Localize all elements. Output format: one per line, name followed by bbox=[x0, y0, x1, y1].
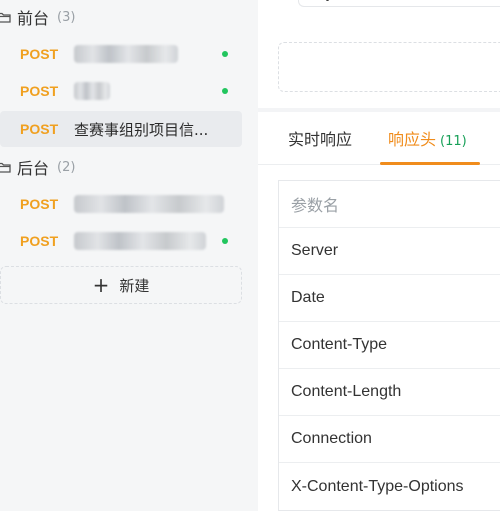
column-header-param-name: 参数名 bbox=[291, 196, 340, 215]
header-name: X-Content-Type-Options bbox=[291, 477, 464, 495]
method-badge: POST bbox=[20, 121, 59, 137]
table-row[interactable]: Connection bbox=[279, 416, 500, 463]
redacted-name bbox=[74, 45, 178, 63]
empty-drop-box[interactable] bbox=[278, 42, 500, 92]
table-row[interactable]: Content-Length bbox=[279, 369, 500, 416]
tab-realtime-response[interactable]: 实时响应 bbox=[288, 126, 352, 150]
response-headers-table: 参数名 Server Date Content-Type Content-Len… bbox=[278, 180, 500, 511]
group-count: (3) bbox=[57, 9, 76, 25]
header-name: Date bbox=[291, 289, 325, 306]
group-count: (2) bbox=[57, 159, 76, 175]
status-dot bbox=[222, 238, 228, 244]
table-row[interactable]: X-Content-Type-Options bbox=[279, 463, 500, 510]
tab-count: (11) bbox=[440, 134, 467, 149]
method-badge: POST bbox=[20, 233, 59, 249]
header-name: Connection bbox=[291, 430, 372, 447]
api-item-selected[interactable]: POST 查赛事组别项目信... bbox=[0, 111, 242, 147]
folder-icon bbox=[0, 162, 11, 173]
group-title: 后台 bbox=[17, 159, 50, 178]
redacted-name bbox=[74, 232, 206, 250]
status-dot bbox=[222, 88, 228, 94]
header-name: Server bbox=[291, 242, 339, 259]
folder-group-backend[interactable]: 后台 (2) bbox=[0, 152, 75, 182]
api-sidebar: 前台 (3) POST POST POST 查赛事组别项目信... 后台 (2)… bbox=[0, 0, 258, 511]
table-row[interactable]: Date bbox=[279, 275, 500, 322]
api-item[interactable]: POST bbox=[0, 223, 242, 259]
api-item[interactable]: POST bbox=[0, 73, 242, 109]
folder-group-frontend[interactable]: 前台 (3) bbox=[0, 2, 75, 32]
active-tab-indicator bbox=[380, 162, 480, 165]
api-item[interactable]: POST bbox=[0, 36, 242, 72]
status-dot bbox=[222, 51, 228, 57]
table-row[interactable]: Content-Type bbox=[279, 322, 500, 369]
code-editor-fragment[interactable]: } bbox=[298, 0, 500, 7]
tab-label: 响应头 bbox=[388, 130, 437, 149]
redacted-name bbox=[74, 195, 224, 213]
response-panel: } 实时响应 响应头(11) 参数名 Server Date Content-T… bbox=[258, 0, 500, 511]
redacted-name bbox=[74, 82, 110, 100]
header-name: Content-Type bbox=[291, 336, 388, 353]
api-item[interactable]: POST bbox=[0, 186, 242, 222]
header-name: Content-Length bbox=[291, 383, 402, 400]
method-badge: POST bbox=[20, 46, 59, 62]
response-tabs: 实时响应 响应头 (11) bbox=[258, 112, 500, 165]
new-api-button[interactable]: + 新建 bbox=[0, 266, 242, 304]
code-text: } bbox=[325, 0, 332, 2]
new-button-label: 新建 bbox=[119, 276, 150, 295]
table-row[interactable]: Server bbox=[279, 228, 500, 275]
tab-response-headers[interactable]: 响应头 (11) bbox=[388, 126, 467, 150]
api-name: 查赛事组别项目信... bbox=[74, 120, 209, 139]
folder-icon bbox=[0, 12, 11, 23]
method-badge: POST bbox=[20, 83, 59, 99]
method-badge: POST bbox=[20, 196, 59, 212]
group-title: 前台 bbox=[17, 9, 50, 28]
plus-icon: + bbox=[92, 273, 110, 297]
table-header-row: 参数名 bbox=[279, 181, 500, 228]
